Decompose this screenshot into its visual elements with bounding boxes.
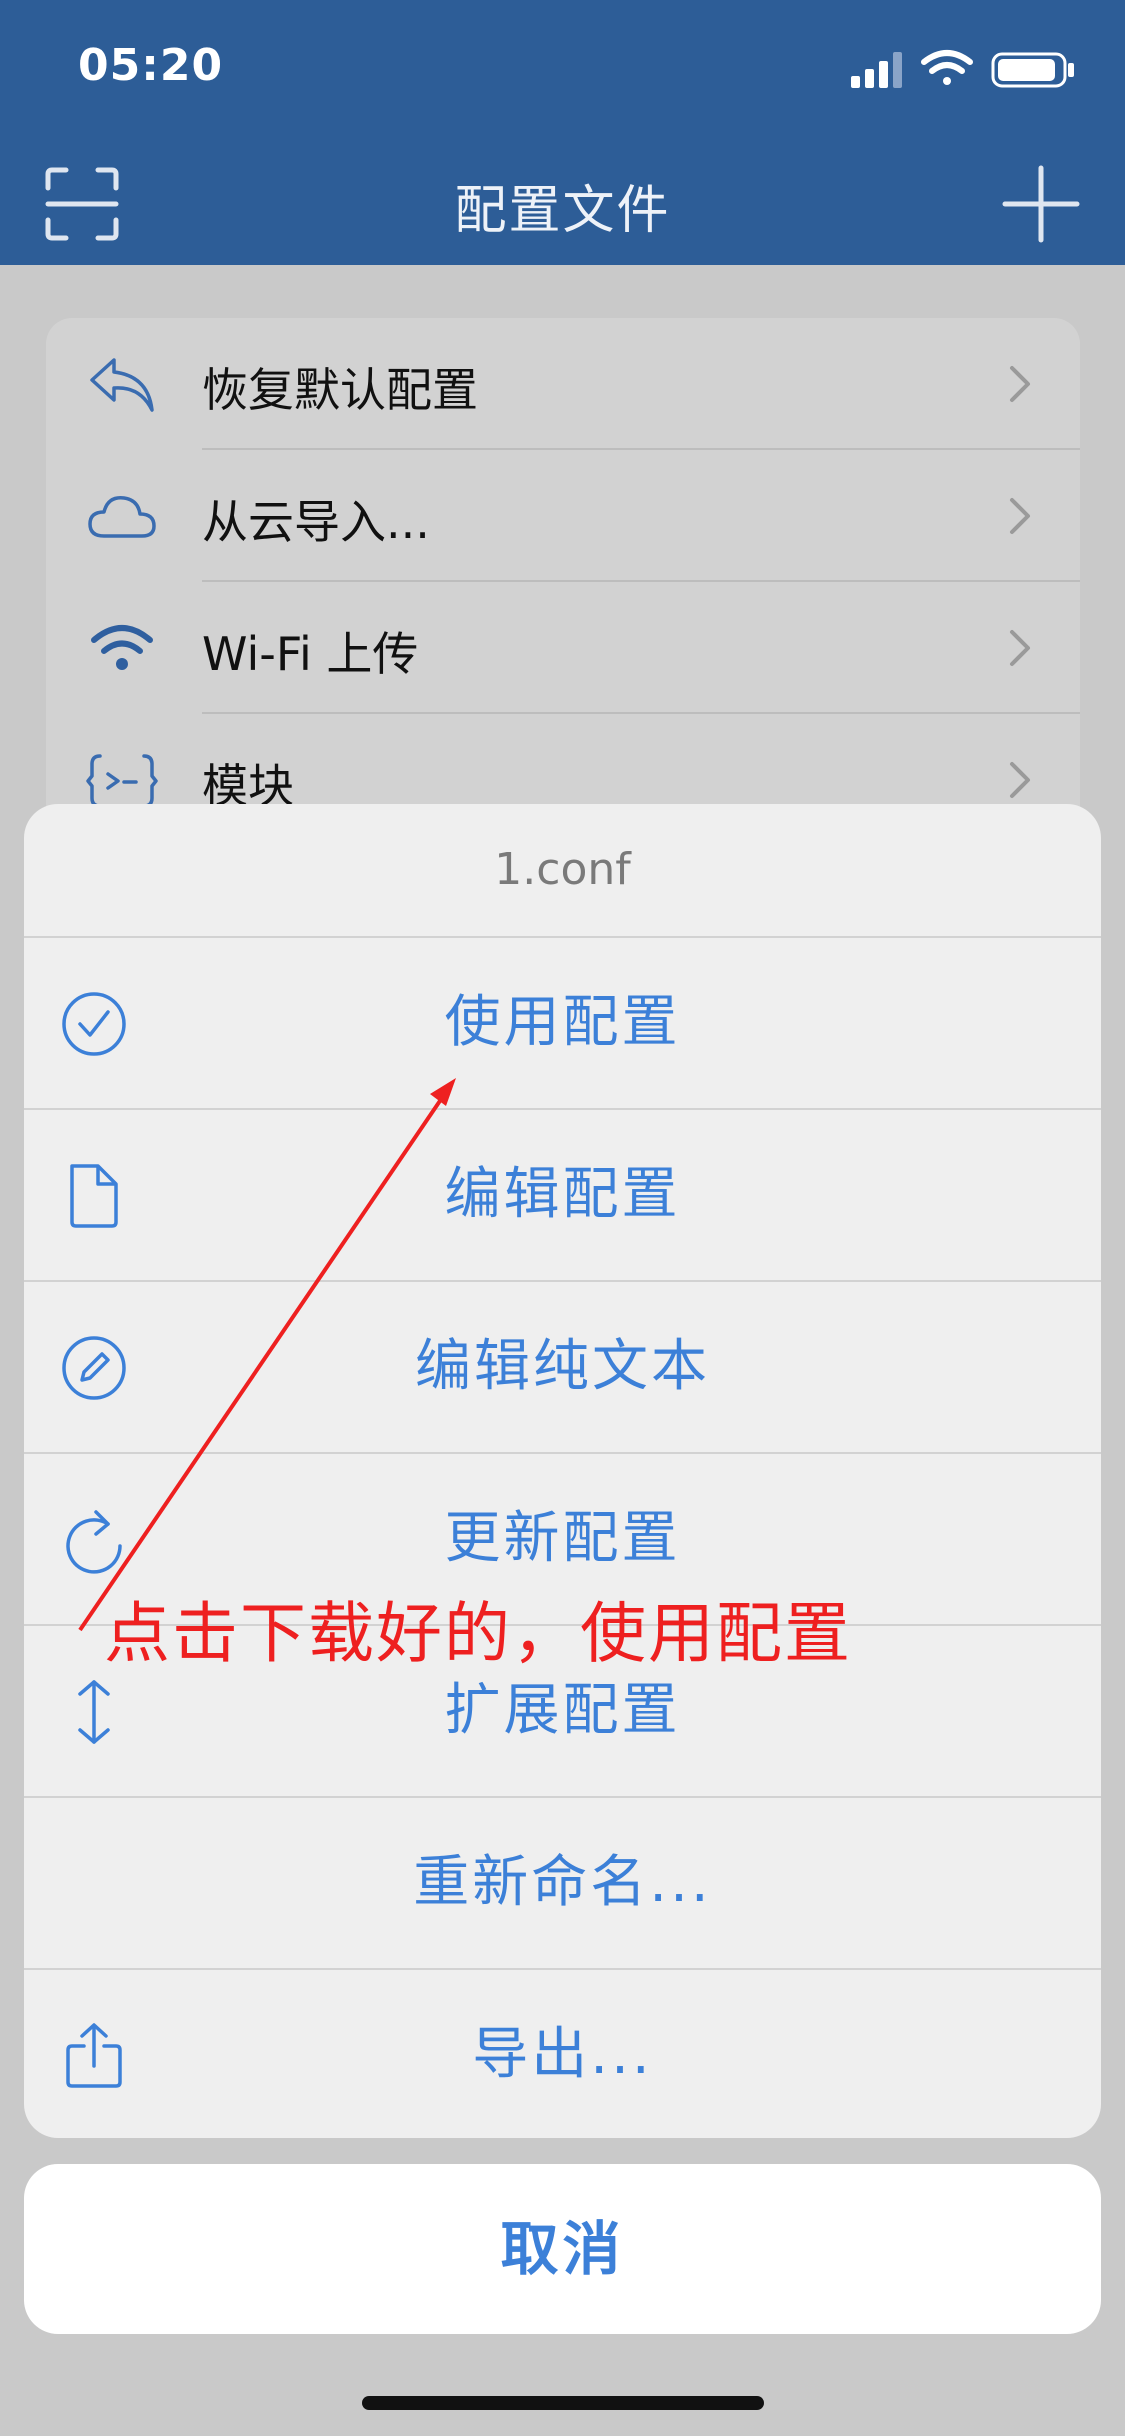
action-label: 重新命名... — [413, 1850, 712, 1915]
chevron-right-icon — [1010, 366, 1030, 402]
wifi-status-icon — [921, 50, 973, 85]
cloud-icon — [88, 496, 156, 538]
wifi-icon — [91, 625, 153, 670]
profile-options-list: 恢复默认配置 从云导入... Wi-Fi 上传 模块 — [46, 318, 1080, 858]
chevron-right-icon — [1010, 498, 1030, 534]
home-indicator[interactable] — [362, 2396, 764, 2410]
edit-config-button[interactable]: 编辑配置 — [24, 1108, 1101, 1280]
export-button[interactable]: 导出... — [24, 1968, 1101, 2138]
list-item-restore-default[interactable]: 恢复默认配置 — [46, 318, 1080, 450]
annotation-text: 点击下载好的，使用配置 — [104, 1595, 852, 1672]
action-sheet-title: 1.conf — [494, 844, 631, 895]
undo-icon — [90, 358, 154, 412]
edit-plain-text-button[interactable]: 编辑纯文本 — [24, 1280, 1101, 1452]
chevron-right-icon — [1010, 762, 1030, 798]
chevron-right-icon — [1010, 630, 1030, 666]
list-item-label: 从云导入... — [202, 495, 430, 549]
action-label: 使用配置 — [444, 990, 681, 1055]
navigation-bar: 配置文件 — [0, 140, 1125, 265]
list-item-import-cloud[interactable]: 从云导入... — [46, 450, 1080, 582]
module-icon — [86, 754, 158, 808]
action-label: 编辑配置 — [444, 1162, 681, 1227]
add-icon[interactable] — [1001, 164, 1081, 244]
action-label: 编辑纯文本 — [415, 1334, 710, 1399]
list-item-label: 恢复默认配置 — [202, 363, 478, 417]
status-time: 05:20 — [78, 40, 224, 91]
use-config-button[interactable]: 使用配置 — [24, 936, 1101, 1108]
list-item-label: Wi-Fi 上传 — [202, 627, 419, 681]
status-bar: 05:20 — [0, 0, 1125, 140]
page-title: 配置文件 — [454, 181, 671, 241]
rename-button[interactable]: 重新命名... — [24, 1796, 1101, 1968]
list-item-wifi-upload[interactable]: Wi-Fi 上传 — [46, 582, 1080, 714]
signal-icon — [851, 52, 902, 88]
cancel-button[interactable]: 取消 — [24, 2164, 1101, 2334]
battery-icon — [991, 52, 1074, 88]
action-label: 导出... — [472, 2022, 653, 2087]
action-sheet: 1.conf 使用配置 编辑配置 编辑纯文本 更新配置 扩展配置 重新命名...… — [24, 804, 1101, 2138]
status-icons — [851, 50, 1074, 88]
